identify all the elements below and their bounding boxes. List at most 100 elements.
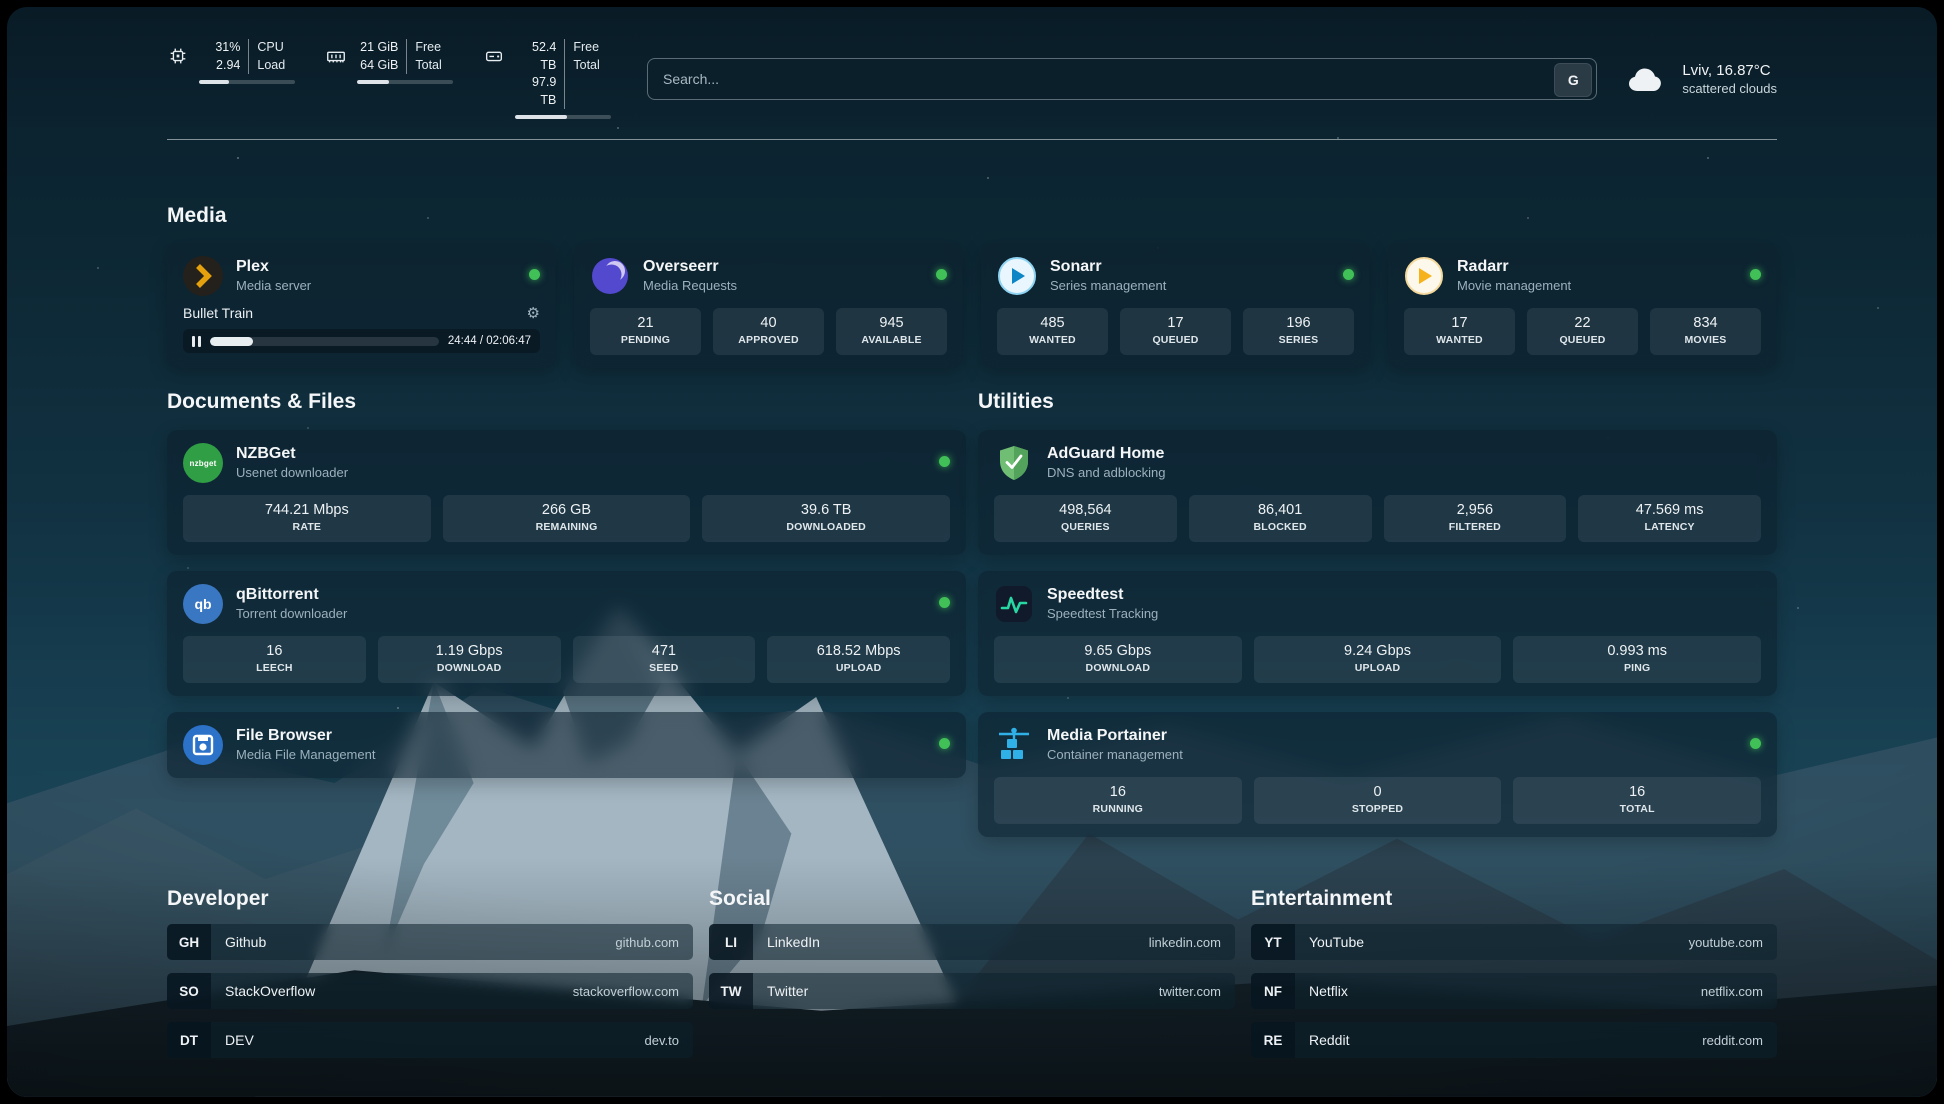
weather-location-temp: Lviv, 16.87°C — [1682, 60, 1777, 82]
stat-box: 86,401BLOCKED — [1189, 495, 1372, 542]
link-row-twitter[interactable]: TW Twitter twitter.com — [709, 973, 1235, 1009]
storage-free-value: 52.4 TB — [515, 39, 556, 74]
status-indicator — [939, 597, 950, 608]
pause-button[interactable] — [192, 336, 201, 347]
free-label: Free — [573, 39, 611, 57]
section-title-documents: Documents & Files — [167, 390, 966, 414]
weather-widget: Lviv, 16.87°C scattered clouds — [1627, 60, 1777, 99]
search-engine-button[interactable]: G — [1554, 63, 1592, 97]
cloud-icon — [1627, 64, 1669, 94]
browser-window: 31% 2.94 CPU Load — [0, 0, 1944, 1104]
app-title: Plex — [236, 257, 311, 278]
now-playing-title: Bullet Train — [183, 305, 253, 321]
link-badge: DT — [167, 1022, 211, 1058]
cpu-values: 31% 2.94 — [199, 39, 249, 74]
link-badge: GH — [167, 924, 211, 960]
status-indicator — [529, 269, 540, 280]
app-title: Sonarr — [1050, 257, 1166, 278]
memory-labels: Free Total — [407, 39, 453, 74]
link-row-reddit[interactable]: RE Reddit reddit.com — [1251, 1022, 1777, 1058]
sonarr-icon — [997, 256, 1037, 296]
link-badge: LI — [709, 924, 753, 960]
nzbget-card[interactable]: nzbget NZBGet Usenet downloader 744.21 M… — [167, 430, 966, 555]
memory-total-value: 64 GiB — [357, 57, 398, 75]
memory-progress-bar — [357, 80, 453, 84]
system-stats-group: 31% 2.94 CPU Load — [167, 39, 611, 119]
search-input[interactable] — [647, 58, 1597, 100]
filebrowser-icon — [183, 725, 223, 765]
media-card-grid: Plex Media server Bullet Train ⚙ 24:44 /… — [167, 243, 1777, 368]
dashboard-background: 31% 2.94 CPU Load — [7, 7, 1937, 1097]
link-row-youtube[interactable]: YT YouTube youtube.com — [1251, 924, 1777, 960]
stat-box: 16LEECH — [183, 636, 366, 683]
link-row-github[interactable]: GH Github github.com — [167, 924, 693, 960]
overseerr-card[interactable]: Overseerr Media Requests 21PENDING 40APP… — [574, 243, 963, 368]
stat-box: 618.52 MbpsUPLOAD — [767, 636, 950, 683]
playback-time: 24:44 / 02:06:47 — [448, 335, 531, 347]
cpu-progress-bar — [199, 80, 295, 84]
plex-icon — [183, 256, 223, 296]
entertainment-links-column: Entertainment YT YouTube youtube.com NF … — [1251, 887, 1777, 1058]
portainer-card[interactable]: Media Portainer Container management 16R… — [978, 712, 1777, 837]
stat-box: 9.65 GbpsDOWNLOAD — [994, 636, 1242, 683]
link-row-linkedin[interactable]: LI LinkedIn linkedin.com — [709, 924, 1235, 960]
storage-total-value: 97.9 TB — [515, 74, 556, 109]
link-row-dev[interactable]: DT DEV dev.to — [167, 1022, 693, 1058]
storage-progress-bar — [515, 115, 611, 119]
adguard-shield-icon — [994, 443, 1034, 483]
portainer-crane-icon — [994, 725, 1034, 765]
app-title: Media Portainer — [1047, 726, 1183, 747]
stat-box: 22QUEUED — [1527, 308, 1638, 355]
total-label: Total — [573, 57, 611, 75]
app-title: Speedtest — [1047, 585, 1158, 606]
app-subtitle: Speedtest Tracking — [1047, 606, 1158, 623]
qbittorrent-card[interactable]: qb qBittorrent Torrent downloader 16LEEC… — [167, 571, 966, 696]
cpu-label: CPU — [257, 39, 295, 57]
filebrowser-card[interactable]: File Browser Media File Management — [167, 712, 966, 778]
link-row-netflix[interactable]: NF Netflix netflix.com — [1251, 973, 1777, 1009]
memory-values: 21 GiB 64 GiB — [357, 39, 407, 74]
app-subtitle: DNS and adblocking — [1047, 465, 1166, 482]
plex-card[interactable]: Plex Media server Bullet Train ⚙ 24:44 /… — [167, 243, 556, 368]
app-subtitle: Movie management — [1457, 278, 1571, 295]
stat-box: 16TOTAL — [1513, 777, 1761, 824]
app-subtitle: Media File Management — [236, 747, 375, 764]
section-title-media: Media — [167, 204, 1777, 228]
section-title-developer: Developer — [167, 887, 693, 911]
stat-box: 21PENDING — [590, 308, 701, 355]
storage-stat-widget: 52.4 TB 97.9 TB Free Total — [483, 39, 611, 119]
adguard-card[interactable]: AdGuard Home DNS and adblocking 498,564Q… — [978, 430, 1777, 555]
playback-progress-track[interactable] — [210, 337, 439, 346]
cpu-stat-widget: 31% 2.94 CPU Load — [167, 39, 295, 119]
stat-box: 498,564QUERIES — [994, 495, 1177, 542]
app-subtitle: Container management — [1047, 747, 1183, 764]
app-subtitle: Series management — [1050, 278, 1166, 295]
stat-box: 40APPROVED — [713, 308, 824, 355]
radarr-card[interactable]: Radarr Movie management 17WANTED 22QUEUE… — [1388, 243, 1777, 368]
speedtest-icon — [994, 584, 1034, 624]
cpu-load-value: 2.94 — [199, 57, 240, 75]
utilities-column: Utilities AdGuard Home DNS and adblockin… — [978, 390, 1777, 837]
stat-box: 9.24 GbpsUPLOAD — [1254, 636, 1502, 683]
section-title-social: Social — [709, 887, 1235, 911]
sonarr-card[interactable]: Sonarr Series management 485WANTED 17QUE… — [981, 243, 1370, 368]
radarr-icon — [1404, 256, 1444, 296]
link-badge: YT — [1251, 924, 1295, 960]
stat-box: 0.993 msPING — [1513, 636, 1761, 683]
speedtest-card[interactable]: Speedtest Speedtest Tracking 9.65 GbpsDO… — [978, 571, 1777, 696]
cpu-labels: CPU Load — [249, 39, 295, 74]
load-label: Load — [257, 57, 295, 75]
stat-box: 2,956FILTERED — [1384, 495, 1567, 542]
link-row-stackoverflow[interactable]: SO StackOverflow stackoverflow.com — [167, 973, 693, 1009]
link-badge: SO — [167, 973, 211, 1009]
app-title: qBittorrent — [236, 585, 347, 606]
link-badge: RE — [1251, 1022, 1295, 1058]
stat-box: 0STOPPED — [1254, 777, 1502, 824]
settings-gear-icon[interactable]: ⚙ — [527, 306, 540, 321]
documents-column: Documents & Files nzbget NZBGet Usenet d… — [167, 390, 966, 778]
weather-condition: scattered clouds — [1682, 81, 1777, 98]
stat-box: 39.6 TBDOWNLOADED — [702, 495, 950, 542]
stat-box: 945AVAILABLE — [836, 308, 947, 355]
stat-box: 266 GBREMAINING — [443, 495, 691, 542]
section-title-utilities: Utilities — [978, 390, 1777, 414]
